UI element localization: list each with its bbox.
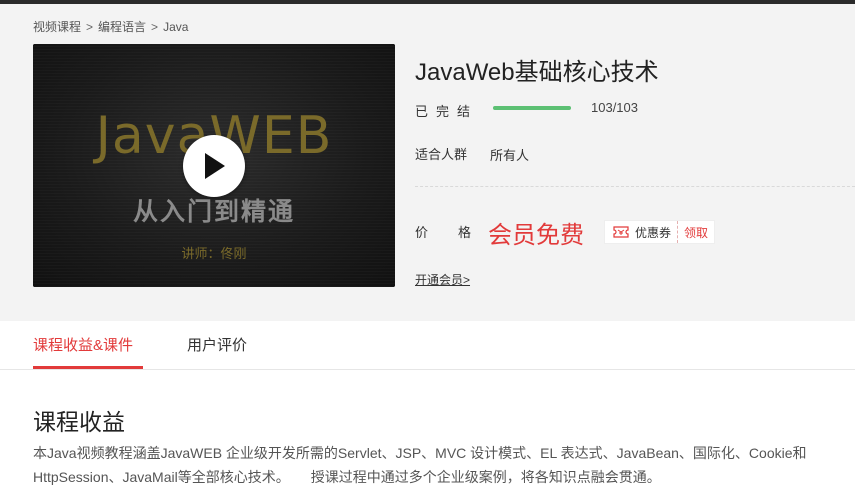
breadcrumb-item-java[interactable]: Java bbox=[163, 20, 188, 34]
progress-bar bbox=[493, 106, 571, 110]
price-value: 会员免费 bbox=[488, 222, 584, 249]
claim-coupon-button[interactable]: 领取 bbox=[677, 221, 714, 243]
play-icon bbox=[205, 153, 225, 179]
breadcrumb-separator: > bbox=[86, 20, 94, 34]
video-player[interactable]: JavaWEB 从入门到精通 讲师：佟刚 bbox=[33, 44, 395, 287]
coupon-info: 优惠券 bbox=[605, 224, 677, 241]
progress-bar-fill bbox=[493, 106, 571, 110]
active-tab-indicator bbox=[33, 366, 143, 369]
divider bbox=[415, 186, 855, 187]
breadcrumb-separator: > bbox=[151, 20, 159, 34]
coupon-widget[interactable]: 优惠券 领取 bbox=[604, 220, 716, 244]
tab-bar: 课程收益&课件 用户评价 bbox=[0, 321, 855, 370]
progress-count: 103/103 bbox=[591, 100, 638, 115]
video-thumbnail-teacher: 讲师：佟刚 bbox=[181, 246, 247, 261]
video-thumbnail-subtitle: 从入门到精通 bbox=[132, 198, 295, 226]
course-hero: 视频课程 > 编程语言 > Java JavaWEB 从入门到精通 讲师：佟刚 Java… bbox=[0, 4, 855, 321]
coupon-label: 优惠券 bbox=[635, 225, 672, 240]
section-title: 课程收益 bbox=[33, 409, 125, 435]
breadcrumb: 视频课程 > 编程语言 > Java bbox=[33, 18, 188, 35]
tab-user-reviews[interactable]: 用户评价 bbox=[187, 334, 247, 355]
course-title: JavaWeb基础核心技术 bbox=[415, 59, 659, 86]
coupon-icon bbox=[613, 226, 629, 238]
audience-label: 适合人群 bbox=[415, 147, 468, 162]
breadcrumb-item-programming-languages[interactable]: 编程语言 bbox=[98, 18, 146, 35]
breadcrumb-item-video-courses[interactable]: 视频课程 bbox=[33, 18, 81, 35]
open-membership-link[interactable]: 开通会员> bbox=[415, 271, 470, 288]
play-button[interactable] bbox=[183, 135, 245, 197]
audience-value: 所有人 bbox=[490, 148, 530, 163]
section-description: 本Java视频教程涵盖JavaWEB 企业级开发所需的Servlet、JSP、M… bbox=[33, 445, 807, 485]
tab-course-benefits[interactable]: 课程收益&课件 bbox=[33, 334, 133, 355]
status-label: 已完结 bbox=[415, 104, 479, 119]
